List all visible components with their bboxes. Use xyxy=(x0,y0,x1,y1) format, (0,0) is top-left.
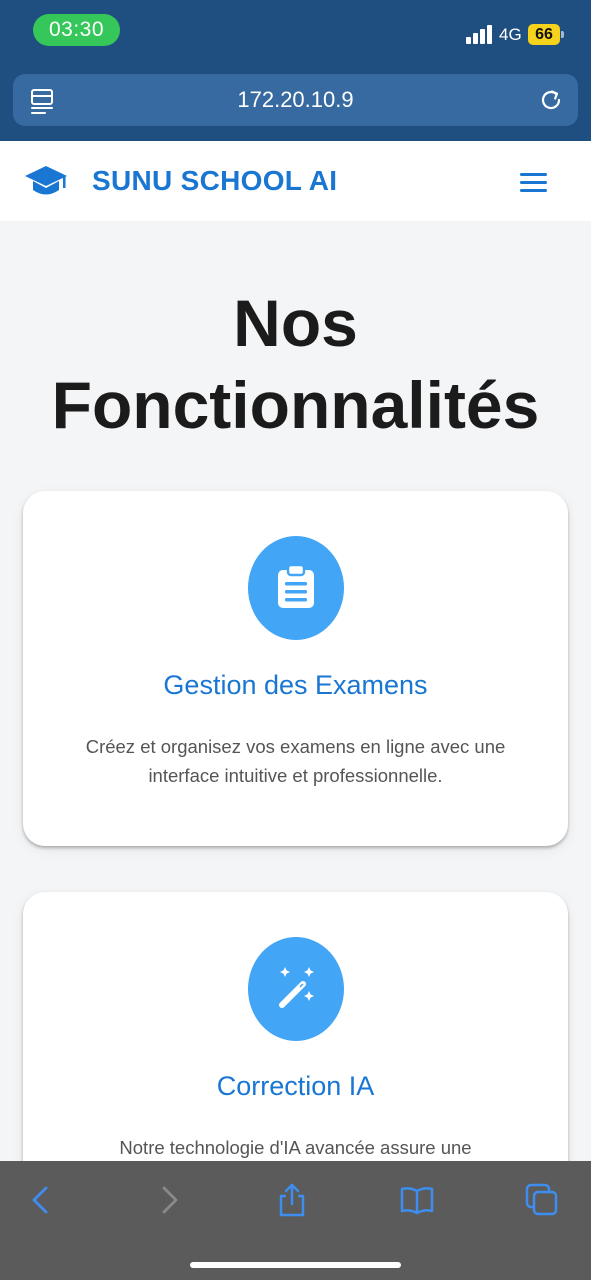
address-bar[interactable]: 172.20.10.9 xyxy=(13,74,578,126)
cellular-signal-icon xyxy=(466,24,493,44)
page-title: Nos Fonctionnalités xyxy=(0,282,591,446)
feature-title: Correction IA xyxy=(216,1071,375,1101)
network-type: 4G xyxy=(499,25,522,44)
status-bar: 03:30 4G 66 172.20.10.9 xyxy=(0,0,591,141)
share-icon[interactable] xyxy=(275,1183,309,1217)
status-time: 03:30 xyxy=(33,14,120,46)
page-title-line-1: Nos xyxy=(233,286,358,360)
magic-wand-icon xyxy=(279,967,314,1008)
back-icon[interactable] xyxy=(24,1183,58,1217)
graduation-cap-icon[interactable] xyxy=(24,163,68,199)
home-indicator xyxy=(190,1262,401,1268)
feature-card-exams: Gestion des Examens Créez et organisez v… xyxy=(23,491,568,846)
hamburger-menu-icon[interactable] xyxy=(517,168,551,196)
url-text[interactable]: 172.20.10.9 xyxy=(73,74,518,126)
battery-level: 66 xyxy=(528,24,560,45)
clipboard-icon xyxy=(278,564,314,608)
feature-icon-circle xyxy=(248,937,344,1041)
reload-icon[interactable] xyxy=(538,87,564,113)
page-title-line-2: Fonctionnalités xyxy=(51,368,540,442)
site-navbar: SUNU SCHOOL AI xyxy=(0,141,591,221)
bookmarks-icon[interactable] xyxy=(400,1183,434,1217)
page-menu-icon[interactable] xyxy=(30,88,54,114)
battery-icon: 66 xyxy=(528,24,564,45)
feature-icon-circle xyxy=(248,536,344,640)
brand-name[interactable]: SUNU SCHOOL AI xyxy=(92,141,337,221)
tabs-icon[interactable] xyxy=(525,1183,559,1217)
forward-icon[interactable] xyxy=(152,1183,186,1217)
feature-description: Créez et organisez vos examens en ligne … xyxy=(85,736,506,786)
feature-title: Gestion des Examens xyxy=(163,670,428,700)
feature-description: Notre technologie d'IA avancée assure un… xyxy=(119,1137,472,1158)
